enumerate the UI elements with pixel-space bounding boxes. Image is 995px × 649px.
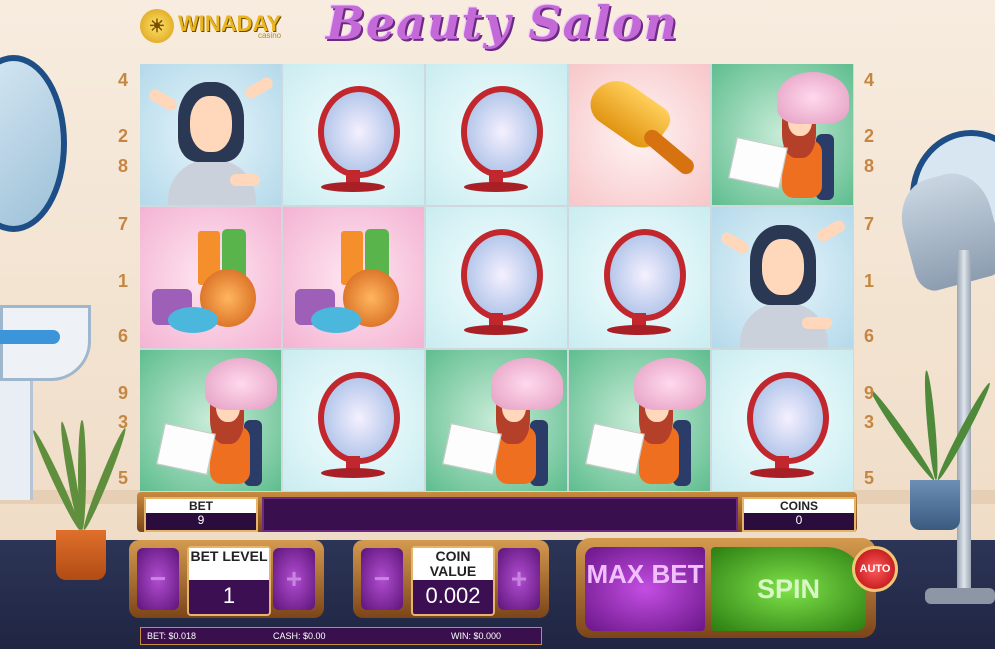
reel-symbol-mirror bbox=[283, 64, 424, 205]
payline-number[interactable]: 7 bbox=[112, 214, 134, 235]
coin-value-plus-button[interactable]: + bbox=[498, 548, 540, 610]
sun-icon: ☀ bbox=[140, 9, 174, 43]
payline-number[interactable]: 9 bbox=[112, 383, 134, 404]
potted-plant-right bbox=[867, 370, 994, 530]
reel-symbol-dryer-lady bbox=[569, 350, 710, 491]
payline-number[interactable]: 1 bbox=[112, 271, 134, 292]
payline-number[interactable]: 1 bbox=[858, 271, 880, 292]
info-strip: BET: $0.018 CASH: $0.00 WIN: $0.000 bbox=[140, 627, 542, 645]
coin-value-minus-button[interactable]: − bbox=[361, 548, 403, 610]
reel-symbol-mirror bbox=[569, 207, 710, 348]
reel-symbol-dryer-lady bbox=[426, 350, 567, 491]
payline-number[interactable]: 4 bbox=[858, 70, 880, 91]
reel-symbol-brush bbox=[569, 64, 710, 205]
bet-level-minus-button[interactable]: − bbox=[137, 548, 179, 610]
winaday-logo: ☀ WINADAY casino bbox=[140, 6, 281, 46]
bet-level-value: 1 bbox=[222, 583, 236, 608]
reel-symbol-cosmetics bbox=[283, 207, 424, 348]
bet-level-label: BET LEVEL bbox=[189, 548, 269, 580]
bet-label: BET bbox=[146, 499, 256, 513]
reel-symbol-mirror bbox=[712, 350, 853, 491]
potted-plant-left bbox=[29, 420, 129, 580]
reel-symbol-mirror bbox=[426, 207, 567, 348]
payline-number[interactable]: 7 bbox=[858, 214, 880, 235]
info-win: WIN: $0.000 bbox=[451, 631, 502, 641]
reel-symbol-cosmetics bbox=[140, 207, 281, 348]
bet-level-plus-button[interactable]: + bbox=[273, 548, 315, 610]
payline-number[interactable]: 9 bbox=[858, 383, 880, 404]
payline-number[interactable]: 3 bbox=[112, 412, 134, 433]
coins-display: COINS 0 bbox=[742, 497, 856, 532]
bet-level-panel: BET LEVEL 1 bbox=[187, 546, 271, 616]
payline-number[interactable]: 6 bbox=[112, 326, 134, 347]
reel-symbol-dryer-lady bbox=[712, 64, 853, 205]
reel-symbol-lady bbox=[712, 207, 853, 348]
game-title: Beauty Salon bbox=[326, 0, 679, 50]
coins-label: COINS bbox=[744, 499, 854, 513]
payline-number[interactable]: 4 bbox=[112, 70, 134, 91]
coins-value: 0 bbox=[795, 513, 803, 527]
sink-water bbox=[0, 330, 60, 344]
info-bet: BET: $0.018 bbox=[147, 631, 197, 641]
payline-number[interactable]: 8 bbox=[858, 156, 880, 177]
max-bet-button[interactable]: MAX BET bbox=[585, 547, 705, 631]
payline-number[interactable]: 2 bbox=[112, 126, 134, 147]
bet-value: 9 bbox=[197, 513, 205, 527]
reel-symbol-mirror bbox=[426, 64, 567, 205]
reel-symbol-dryer-lady bbox=[140, 350, 281, 491]
payline-number[interactable]: 3 bbox=[858, 412, 880, 433]
coin-value-value: 0.002 bbox=[425, 583, 481, 608]
bet-level-control: − BET LEVEL 1 + bbox=[129, 540, 324, 618]
payline-number[interactable]: 5 bbox=[858, 468, 880, 489]
reel-symbol-lady bbox=[140, 64, 281, 205]
reel-symbol-mirror bbox=[283, 350, 424, 491]
bet-display: BET 9 bbox=[144, 497, 258, 532]
payline-number[interactable]: 5 bbox=[112, 468, 134, 489]
auto-button[interactable]: AUTO bbox=[852, 546, 898, 592]
coin-value-label: COIN VALUE bbox=[413, 548, 493, 580]
spin-button[interactable]: SPIN bbox=[711, 547, 866, 631]
coin-value-control: − COIN VALUE 0.002 + bbox=[353, 540, 549, 618]
message-bar bbox=[262, 497, 738, 532]
payline-number[interactable]: 6 bbox=[858, 326, 880, 347]
payline-number[interactable]: 8 bbox=[112, 156, 134, 177]
reel-grid bbox=[140, 64, 854, 492]
info-cash: CASH: $0.00 bbox=[273, 631, 326, 641]
sink-pedestal bbox=[0, 370, 33, 500]
hair-dryer-base bbox=[925, 588, 995, 604]
coin-value-panel: COIN VALUE 0.002 bbox=[411, 546, 495, 616]
payline-number[interactable]: 2 bbox=[858, 126, 880, 147]
